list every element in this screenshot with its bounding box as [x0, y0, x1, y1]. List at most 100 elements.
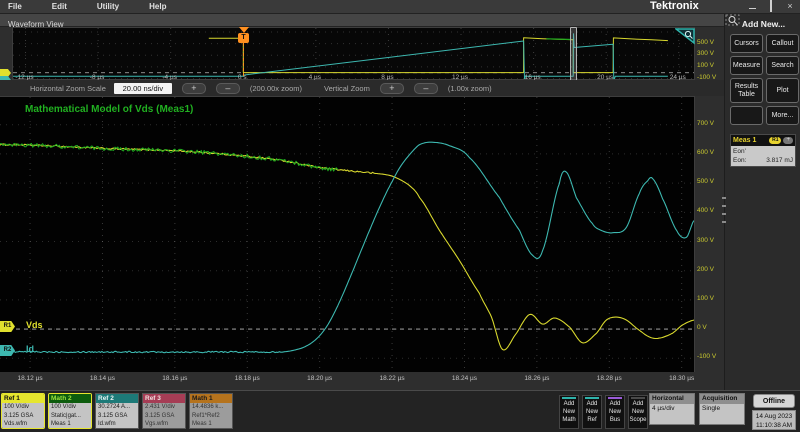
menu-item-utility[interactable]: Utility	[97, 2, 119, 11]
panel-button-cursors[interactable]: Cursors	[730, 34, 763, 53]
horizontal-title: Horizontal	[650, 394, 694, 404]
overview-ref1-marker-icon[interactable]	[0, 69, 11, 77]
channel-badge-math-2[interactable]: Math 2100 V/divStatic|gat...Meas 1	[48, 393, 92, 429]
channel-badge-line: 14.4836 k...	[192, 403, 232, 412]
channel-badge-math-1[interactable]: Math 114.4836 k...Ref1*Ref2Meas 1	[189, 393, 233, 429]
horizontal-zoom-scale-label: Horizontal Zoom Scale	[30, 84, 106, 93]
horizontal-settings[interactable]: Horizontal 4 µs/div	[649, 393, 695, 425]
trigger-line	[243, 43, 244, 76]
v-zoom-increase-button[interactable]: +	[380, 83, 404, 94]
add-button-line: New	[560, 408, 578, 416]
main-y-tick: 100 V	[697, 295, 723, 302]
main-x-tick: 18.30 µs	[663, 375, 701, 382]
h-zoom-decrease-button[interactable]: –	[216, 83, 240, 94]
channel-badge-line: 3.125 GSA	[145, 412, 185, 421]
main-y-tick: 300 V	[697, 237, 723, 244]
panel-resize-handle[interactable]	[722, 197, 727, 223]
main-y-tick: 200 V	[697, 266, 723, 273]
meas1-source-badge: R1	[769, 137, 781, 144]
channel-badge-line: Meas 1	[192, 420, 232, 429]
results-side-panel: Add New... CursorsCalloutMeasureSearchRe…	[724, 14, 800, 390]
meas1-title: Meas 1	[733, 137, 769, 144]
zoom-window-handle[interactable]	[570, 27, 577, 82]
overview-y-tick: 100 V	[697, 62, 723, 69]
channel-badge-ref-2[interactable]: Ref 230.2724 A...3.125 GSAId.wfm	[95, 393, 139, 429]
main-x-tick: 18.18 µs	[228, 375, 266, 382]
zoom-select-button[interactable]	[730, 106, 763, 125]
main-y-tick: 400 V	[697, 207, 723, 214]
v-zoom-decrease-button[interactable]: –	[414, 83, 438, 94]
channel-badge-ref-3[interactable]: Ref 32.431 V/div3.125 GSAVgs.wfm	[142, 393, 186, 429]
restore-icon[interactable]	[765, 1, 777, 11]
date-text: 14 Aug 2023	[753, 412, 795, 421]
menu-item-file[interactable]: File	[8, 2, 22, 11]
datetime-display: 14 Aug 2023 11:10:38 AM	[752, 410, 796, 430]
add-new-scope-button[interactable]: AddNewScope	[628, 395, 648, 429]
menu-item-help[interactable]: Help	[149, 2, 166, 11]
channel-color-stripe	[608, 397, 622, 399]
v-zoom-factor: (1.00x zoom)	[448, 84, 492, 93]
time-text: 11:10:38 AM	[753, 421, 795, 430]
channel-badge-ref-1[interactable]: Ref 1100 V/div3.125 GSAVds.wfm	[1, 393, 45, 429]
add-new-bus-button[interactable]: AddNewBus	[605, 395, 625, 429]
minimize-icon[interactable]	[746, 1, 758, 11]
acquisition-settings[interactable]: Acquisition Single	[699, 393, 745, 425]
overview-graticule[interactable]	[12, 27, 695, 80]
channel-badge-title: Ref 2	[96, 394, 138, 403]
horizontal-scale-value: 4 µs/div	[650, 404, 694, 424]
channel-badge-line: Vds.wfm	[4, 420, 44, 429]
overview-left-gutter	[0, 27, 12, 80]
horizontal-zoom-scale-value[interactable]: 20.00 ns/div	[114, 83, 172, 94]
trigger-flag[interactable]: T	[238, 33, 249, 43]
offline-button[interactable]: Offline	[753, 394, 795, 408]
main-x-axis: 18.12 µs18.14 µs18.16 µs18.18 µs18.20 µs…	[0, 372, 695, 389]
meas-result-value: 3.817 mJ	[766, 156, 793, 165]
add-button-line: New	[629, 408, 647, 416]
main-x-tick: 18.28 µs	[590, 375, 628, 382]
menu-item-edit[interactable]: Edit	[52, 2, 67, 11]
add-button-line: Add	[629, 400, 647, 408]
meas-result-label: Eon'	[733, 147, 746, 156]
oscilloscope-app-window: FileEditUtilityHelp Tektronix × Waveform…	[0, 0, 800, 432]
meas1-badge[interactable]: Meas 1 R1 + Eon'Eon:3.817 mJ	[730, 134, 796, 167]
overview-traces	[13, 28, 694, 79]
meas-result-row: Eon'	[733, 147, 793, 156]
add-new-math-button[interactable]: AddNewMath	[559, 395, 579, 429]
panel-button-more-[interactable]: More...	[766, 106, 799, 125]
add-button-line: Ref	[583, 416, 601, 424]
settings-bar: Ref 1100 V/div3.125 GSAVds.wfmMath 2100 …	[0, 390, 800, 432]
channel-badge-line: 3.125 GSA	[98, 412, 138, 421]
channel-badge-title: Math 2	[49, 394, 91, 403]
panel-button-search[interactable]: Search	[766, 56, 799, 75]
channel-badge-info: 30.2724 A...3.125 GSAId.wfm	[96, 403, 138, 429]
main-y-tick: -100 V	[697, 353, 723, 360]
overview-y-tick: 500 V	[697, 39, 723, 46]
close-icon[interactable]: ×	[784, 1, 796, 11]
main-y-tick: 0 V	[697, 324, 723, 331]
channel-badge-line: 100 V/div	[51, 403, 91, 412]
vertical-zoom-label: Vertical Zoom	[324, 84, 370, 93]
main-x-tick: 18.24 µs	[445, 375, 483, 382]
add-button-line: Scope	[629, 416, 647, 424]
menu-bar: File Edit Utility Help	[0, 2, 166, 11]
channel-badge-line: Meas 1	[51, 420, 91, 429]
main-y-tick: 500 V	[697, 178, 723, 185]
main-x-tick: 18.16 µs	[156, 375, 194, 382]
panel-button-results-table[interactable]: Results Table	[730, 78, 763, 103]
channel-badge-line: 100 V/div	[4, 403, 44, 412]
panel-button-plot[interactable]: Plot	[766, 78, 799, 103]
h-zoom-factor: (200.00x zoom)	[250, 84, 302, 93]
h-zoom-increase-button[interactable]: +	[182, 83, 206, 94]
add-new-ref-button[interactable]: AddNewRef	[582, 395, 602, 429]
channel-badge-line: Static|gat...	[51, 412, 91, 421]
channel-badge-title: Ref 3	[143, 394, 185, 403]
meas1-results: Eon'Eon:3.817 mJ	[731, 146, 795, 166]
main-traces	[0, 97, 694, 372]
meas1-expand-icon[interactable]: +	[783, 137, 793, 144]
tab-bar: Waveform View	[0, 14, 800, 27]
main-y-tick: 700 V	[697, 120, 723, 127]
panel-button-measure[interactable]: Measure	[730, 56, 763, 75]
main-graticule[interactable]: Mathematical Model of Vds (Meas1) R1 Vds…	[0, 96, 695, 372]
overview-y-tick: 300 V	[697, 50, 723, 57]
panel-button-callout[interactable]: Callout	[766, 34, 799, 53]
